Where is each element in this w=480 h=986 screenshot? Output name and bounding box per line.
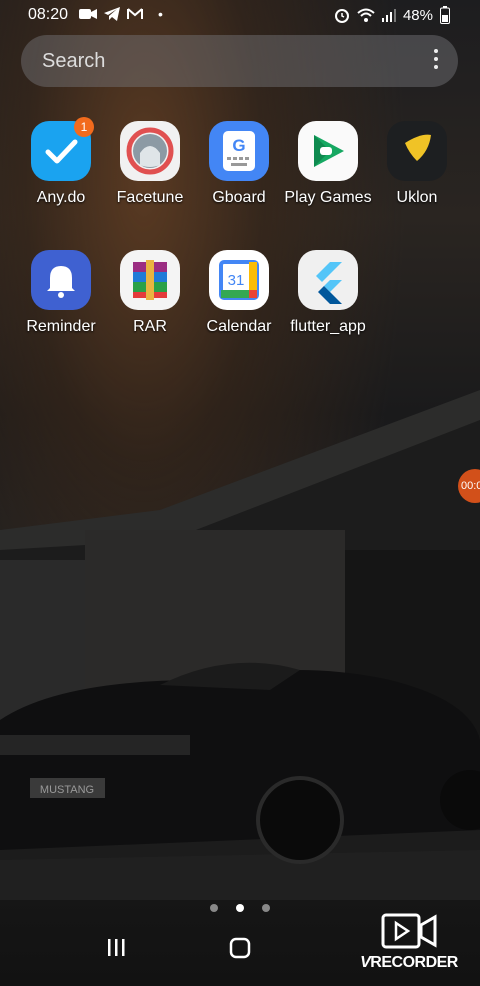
app-label: Uklon [396, 189, 438, 206]
app-reminder[interactable]: Reminder [16, 250, 106, 336]
recent-apps-icon[interactable] [106, 938, 126, 958]
app-label: Calendar [206, 318, 272, 335]
car-image: MUSTANG [0, 662, 480, 864]
facetune-icon [120, 121, 180, 181]
app-label: Gboard [212, 189, 266, 206]
app-uklon[interactable]: Uklon [372, 121, 462, 207]
reminder-icon [31, 250, 91, 310]
svg-text:G: G [232, 136, 245, 155]
signal-icon [381, 9, 396, 22]
search-placeholder: Search [42, 50, 106, 72]
status-right: 48% [334, 6, 450, 24]
app-facetune[interactable]: Facetune [105, 121, 195, 207]
status-bar: 08:20 • 48% [0, 0, 480, 30]
page-indicator [0, 904, 480, 912]
home-button-icon[interactable] [229, 937, 251, 959]
video-recorder-icon [381, 913, 437, 949]
app-calendar[interactable]: 31 Calendar [194, 250, 284, 336]
gmail-icon [127, 8, 143, 19]
wallpaper-scene: MUSTANG [0, 390, 480, 900]
status-time: 08:20 [28, 6, 69, 23]
flutter-icon [298, 250, 358, 310]
page-dot[interactable] [210, 904, 218, 912]
rar-icon [120, 250, 180, 310]
battery-icon [440, 6, 450, 24]
recorder-watermark: VRECORDER [350, 913, 468, 972]
car-plate: MUSTANG [40, 784, 94, 796]
calendar-icon: 31 [209, 250, 269, 310]
app-play-games[interactable]: Play Games [283, 121, 373, 207]
app-label: Play Games [284, 189, 372, 206]
more-notifications-dot: • [158, 6, 163, 22]
app-label: flutter_app [290, 318, 366, 335]
gboard-icon: G [209, 121, 269, 181]
recorder-v-logo: V [360, 954, 371, 971]
app-flutter[interactable]: flutter_app [283, 250, 373, 336]
wifi-icon [357, 8, 375, 22]
alarm-icon [334, 9, 349, 23]
app-anydo[interactable]: 1 Any.do [16, 117, 106, 207]
notification-icons: • [79, 6, 163, 22]
app-label: Any.do [36, 189, 86, 206]
uklon-icon [387, 121, 447, 181]
page-dot-active[interactable] [236, 904, 244, 912]
calendar-date: 31 [228, 272, 245, 289]
play-games-icon [298, 121, 358, 181]
page-dot[interactable] [262, 904, 270, 912]
app-rar[interactable]: RAR [105, 250, 195, 336]
more-options-icon[interactable] [432, 49, 440, 73]
app-gboard[interactable]: G Gboard [194, 121, 284, 207]
app-label: Facetune [116, 189, 184, 206]
video-camera-icon [79, 9, 97, 19]
recorder-brand: RECORDER [370, 954, 458, 971]
telegram-icon [104, 7, 120, 21]
app-label: RAR [133, 318, 167, 335]
app-label: Reminder [26, 318, 96, 335]
search-bar[interactable]: Search [21, 35, 458, 87]
notification-badge: 1 [74, 117, 94, 137]
battery-percent: 48% [402, 6, 433, 24]
